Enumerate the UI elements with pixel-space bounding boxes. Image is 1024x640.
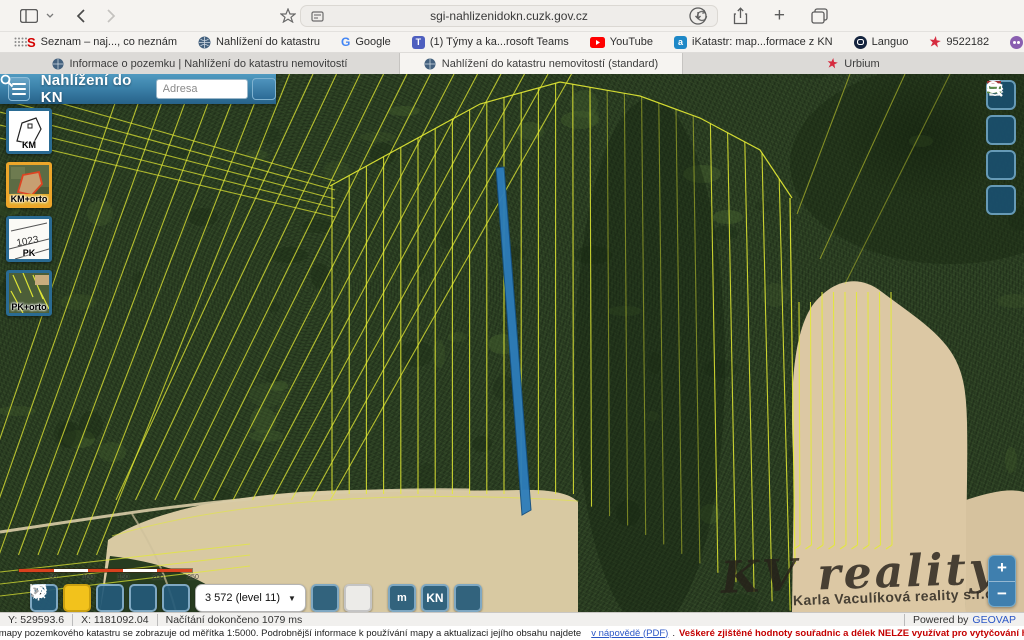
parcel-bubble-icon bbox=[30, 584, 47, 599]
history-back-button[interactable] bbox=[311, 584, 339, 612]
share-icon[interactable] bbox=[733, 7, 748, 25]
bookmark-youtube[interactable]: YouTube bbox=[590, 36, 653, 48]
marker-button[interactable] bbox=[162, 584, 190, 612]
ikatastr-icon: a bbox=[674, 36, 687, 49]
aerial-map-svg bbox=[0, 74, 1024, 612]
downloads-icon[interactable] bbox=[689, 7, 707, 25]
bookmark-9522182[interactable]: 9522182 bbox=[929, 36, 989, 48]
favorites-grid-icon[interactable] bbox=[14, 37, 27, 47]
layer-switcher: KM KM+orto 1023 PK PK+orto bbox=[6, 108, 52, 316]
zoom-level-dropdown[interactable]: 3 572 (level 11) ▼ bbox=[195, 584, 306, 612]
tab-overview-icon[interactable] bbox=[811, 8, 828, 24]
browser-actions: + bbox=[689, 0, 828, 32]
bookmark-seznam[interactable]: S Seznam – naj..., co neznám bbox=[27, 35, 177, 50]
tab-nahlizeni-standard[interactable]: Nahlížení do katastru nemovitostí (stand… bbox=[400, 53, 683, 74]
legend-button[interactable] bbox=[986, 150, 1016, 180]
disclaimer-text: Obsah katastrální mapy a mapy pozemkovéh… bbox=[0, 628, 581, 639]
new-tab-icon[interactable]: + bbox=[774, 5, 785, 27]
layer-button-pk[interactable]: 1023 PK bbox=[6, 216, 52, 262]
address-search-button[interactable] bbox=[252, 78, 276, 100]
status-bar: Y: 529593.6 X: 1181092.04 Načítání dokon… bbox=[0, 612, 1024, 626]
url-text: sgi-nahlizenidokn.cuzk.gov.cz bbox=[430, 9, 588, 23]
scale-bar bbox=[18, 568, 193, 573]
seznam-icon: S bbox=[27, 35, 36, 50]
chevron-down-icon[interactable] bbox=[46, 13, 54, 18]
layer-button-km[interactable]: KM bbox=[6, 108, 52, 154]
layer-button-km-orto[interactable]: KM+orto bbox=[6, 162, 52, 208]
red-star-icon bbox=[929, 36, 941, 48]
select-area-button[interactable] bbox=[96, 584, 124, 612]
bookmark-ikatastr[interactable]: a iKatastr: map...formace z KN bbox=[674, 36, 833, 49]
scale-labels: 50 100 150 200 250 bbox=[18, 574, 218, 584]
tab-informace-o-pozemku[interactable]: Informace o pozemku | Nahlížení do katas… bbox=[0, 53, 400, 74]
app-title: Nahlížení do KN bbox=[41, 74, 146, 106]
disclaimer-warning: Veškeré zjištěné hodnoty souřadnic a dél… bbox=[679, 628, 1024, 639]
bookmark-google[interactable]: G Google bbox=[341, 35, 391, 49]
coordinate-y: Y: 529593.6 bbox=[0, 614, 73, 626]
parcel-info-button[interactable] bbox=[454, 584, 482, 612]
caret-down-icon: ▼ bbox=[288, 594, 296, 603]
screenshot-root: sgi-nahlizenidokn.cuzk.gov.cz + S Sezn bbox=[0, 0, 1024, 640]
powered-by: Powered by GEOVAP bbox=[904, 614, 1024, 626]
google-icon: G bbox=[341, 35, 350, 49]
zoom-out-button[interactable]: − bbox=[989, 582, 1015, 607]
coordinate-x: X: 1181092.04 bbox=[73, 614, 158, 626]
bookmarks-bar: S Seznam – naj..., co neznám Nahlížení d… bbox=[0, 32, 1024, 53]
geovap-link[interactable]: GEOVAP bbox=[972, 614, 1016, 626]
page-settings-icon[interactable] bbox=[310, 9, 325, 27]
katastr-globe-icon bbox=[52, 58, 64, 70]
forward-icon[interactable] bbox=[107, 9, 116, 23]
red-star-icon bbox=[827, 58, 838, 69]
kn-button[interactable]: KN bbox=[421, 584, 449, 612]
address-bar[interactable]: sgi-nahlizenidokn.cuzk.gov.cz bbox=[300, 5, 718, 27]
edookit-owl-icon bbox=[1010, 36, 1023, 49]
browser-toolbar: sgi-nahlizenidokn.cuzk.gov.cz + bbox=[0, 0, 1024, 32]
gps-position-button[interactable] bbox=[129, 584, 157, 612]
search-icon bbox=[986, 80, 1004, 98]
katastr-globe-icon bbox=[198, 36, 211, 49]
bookmark-star-icon[interactable] bbox=[280, 8, 296, 23]
status-message: Načítání dokončeno 1079 ms bbox=[158, 614, 311, 626]
history-forward-button[interactable] bbox=[344, 584, 372, 612]
tab-bar: Informace o pozemku | Nahlížení do katas… bbox=[0, 53, 1024, 74]
katastr-globe-icon bbox=[424, 58, 436, 70]
measure-button[interactable]: m bbox=[388, 584, 416, 612]
map-search-button[interactable] bbox=[986, 185, 1016, 215]
bookmark-katastr[interactable]: Nahlížení do katastru bbox=[198, 36, 320, 49]
search-icon bbox=[0, 74, 14, 88]
bookmark-languo[interactable]: Languo bbox=[854, 36, 909, 49]
address-search-input[interactable] bbox=[156, 79, 248, 99]
map-canvas[interactable]: Nahlížení do KN KM KM+orto 1023 PK PK+ bbox=[0, 74, 1024, 612]
bottom-toolbar: 3 572 (level 11) ▼ m KN bbox=[30, 584, 482, 612]
bookmark-edookit[interactable]: Hlavní panel ....edookit.com bbox=[1010, 36, 1024, 49]
map-tools bbox=[986, 80, 1016, 215]
help-pdf-link[interactable]: v nápovědě (PDF) bbox=[591, 628, 668, 639]
close-tool-button[interactable] bbox=[63, 584, 91, 612]
tab-urbium[interactable]: Urbium bbox=[683, 53, 1024, 74]
print-button[interactable] bbox=[986, 115, 1016, 145]
youtube-icon bbox=[590, 37, 605, 48]
app-header: Nahlížení do KN bbox=[0, 74, 276, 104]
sidebar-toggle-icon[interactable] bbox=[20, 9, 38, 23]
footer-disclaimer: Obsah katastrální mapy a mapy pozemkovéh… bbox=[0, 626, 1024, 640]
zoom-in-button[interactable]: + bbox=[989, 556, 1015, 582]
back-icon[interactable] bbox=[76, 9, 85, 23]
layer-button-pk-orto[interactable]: PK+orto bbox=[6, 270, 52, 316]
bookmark-teams[interactable]: T (1) Týmy a ka...rosoft Teams bbox=[412, 36, 569, 49]
zoom-control: + − bbox=[988, 555, 1016, 607]
teams-icon: T bbox=[412, 36, 425, 49]
languo-icon bbox=[854, 36, 867, 49]
